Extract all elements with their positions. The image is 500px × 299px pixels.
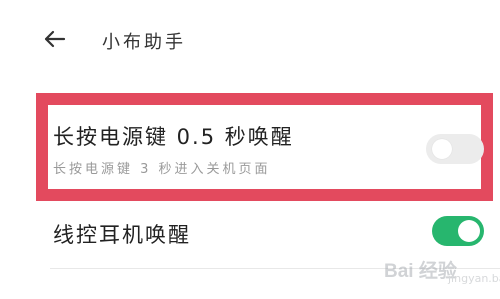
power-key-wake-toggle[interactable] bbox=[426, 134, 484, 164]
app-header: 小布助手 bbox=[0, 18, 500, 62]
back-button[interactable] bbox=[40, 24, 76, 56]
wired-headset-wake-label: 线控耳机唤醒 bbox=[53, 223, 191, 247]
power-key-wake-description: 长按电源键 3 秒进入关机页面 bbox=[53, 162, 271, 177]
page-title: 小布助手 bbox=[102, 32, 186, 53]
back-arrow-icon bbox=[44, 30, 66, 48]
toggle-knob bbox=[432, 139, 452, 159]
watermark-brand: Bai 经验 bbox=[384, 261, 457, 282]
watermark-url: jingyan.baidu.com bbox=[448, 272, 500, 285]
baidu-jingyan-watermark: Bai 经验 jingyan.baidu.com bbox=[378, 252, 500, 292]
wired-headset-wake-toggle[interactable] bbox=[432, 216, 484, 246]
toggle-knob bbox=[458, 220, 480, 242]
power-key-wake-label: 长按电源键 0.5 秒唤醒 bbox=[53, 125, 294, 149]
settings-page: 小布助手 长按电源键 0.5 秒唤醒 长按电源键 3 秒进入关机页面 线控耳机唤… bbox=[0, 0, 500, 299]
